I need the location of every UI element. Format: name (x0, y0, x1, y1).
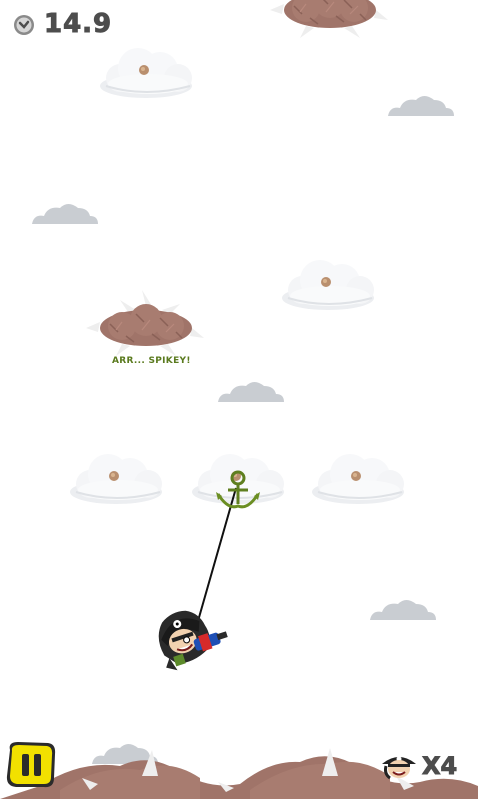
cloud-anchor[interactable] (99, 47, 193, 99)
timer-display: 14.9 (12, 8, 112, 40)
distant-cloud (32, 204, 98, 224)
lives-counter: X4 (380, 752, 458, 781)
lives-count: X4 (421, 752, 458, 781)
spiky-cloud-hazard (85, 289, 205, 357)
game-scene (0, 0, 478, 799)
cloud-anchor[interactable] (69, 453, 163, 505)
pause-button[interactable] (4, 740, 58, 790)
distant-cloud (370, 600, 436, 620)
cloud-anchor[interactable] (281, 259, 375, 311)
distant-cloud (218, 382, 284, 402)
grapple-rope (195, 487, 237, 629)
pause-icon (6, 742, 56, 788)
timer-value: 14.9 (43, 9, 113, 40)
pirate-player-character (158, 610, 228, 671)
stopwatch-icon (14, 15, 34, 35)
cloud-anchor[interactable] (311, 453, 405, 505)
pirate-head-icon (382, 756, 416, 780)
hazard-caption: ARR... SPIKEY! (112, 356, 191, 366)
spiky-cloud-hazard (269, 0, 389, 39)
distant-cloud (388, 96, 454, 116)
